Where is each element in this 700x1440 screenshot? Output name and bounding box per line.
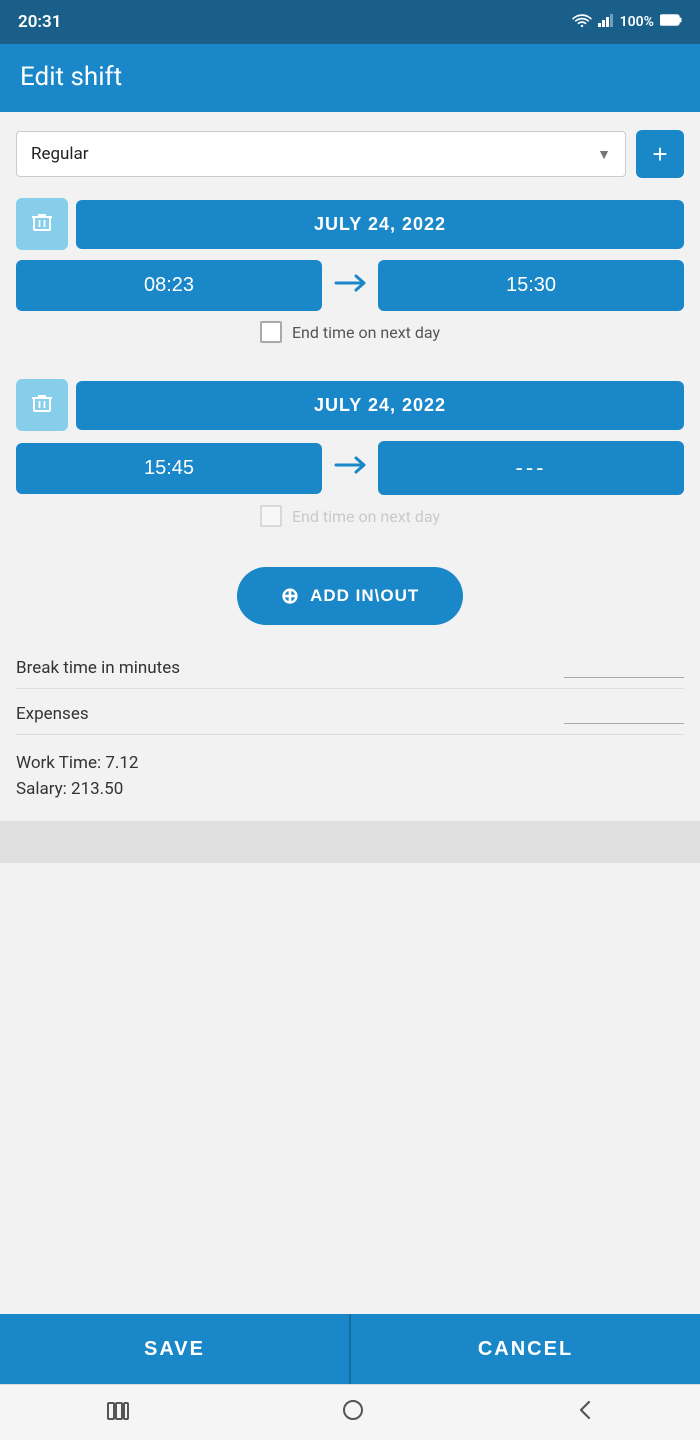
start-time-1-button[interactable]: 08:23 (16, 260, 322, 311)
date-row-1: JULY 24, 2022 (16, 198, 684, 250)
nav-bar (0, 1384, 700, 1440)
time-row-1: 08:23 15:30 (16, 260, 684, 311)
break-time-field-row: Break time in minutes (16, 647, 684, 689)
app-header: Edit shift (0, 44, 700, 112)
work-time-row: Work Time: 7.12 (16, 753, 684, 773)
shift-type-row: Regular ▼ + (16, 130, 684, 178)
delete-shift-2-button[interactable] (16, 379, 68, 431)
shift-block-1: JULY 24, 2022 08:23 15:30 End time on ne… (16, 198, 684, 351)
end-time-1-button[interactable]: 15:30 (378, 260, 684, 311)
battery-icon (660, 14, 682, 30)
next-day-checkbox-1[interactable] (260, 321, 282, 343)
add-inout-button[interactable]: ⊕ ADD IN\OUT (237, 567, 464, 625)
back-button[interactable] (557, 1391, 613, 1435)
date-2-button[interactable]: JULY 24, 2022 (76, 381, 684, 430)
status-icons: 100% (572, 13, 682, 31)
trash-icon-2 (31, 392, 53, 419)
status-time: 20:31 (18, 12, 61, 32)
next-day-label-2: End time on next day (292, 507, 440, 526)
expenses-input[interactable] (564, 703, 684, 724)
shift-block-2: JULY 24, 2022 15:45 --- End time on next… (16, 379, 684, 535)
gray-bar (0, 821, 700, 863)
signal-icon (598, 13, 614, 31)
break-time-label: Break time in minutes (16, 658, 180, 678)
battery-text: 100% (620, 14, 654, 30)
status-bar: 20:31 100% (0, 0, 700, 44)
plus-circle-icon: ⊕ (281, 583, 300, 609)
date-1-button[interactable]: JULY 24, 2022 (76, 200, 684, 249)
main-content: Regular ▼ + JULY 24, 2022 (0, 112, 700, 1314)
chevron-down-icon: ▼ (597, 146, 611, 163)
next-day-checkbox-2 (260, 505, 282, 527)
shift-type-label: Regular (31, 144, 89, 164)
trash-icon (31, 211, 53, 238)
start-time-2-button[interactable]: 15:45 (16, 443, 322, 494)
cancel-button[interactable]: CANCEL (349, 1314, 700, 1384)
bottom-buttons: SAVE CANCEL (0, 1314, 700, 1384)
next-day-row-2: End time on next day (16, 505, 684, 527)
time-row-2: 15:45 --- (16, 441, 684, 495)
save-button[interactable]: SAVE (0, 1314, 349, 1384)
wifi-icon (572, 13, 592, 31)
next-day-row-1: End time on next day (16, 321, 684, 343)
end-time-2-button[interactable]: --- (378, 441, 684, 495)
shift-type-dropdown[interactable]: Regular ▼ (16, 131, 626, 177)
expenses-field-row: Expenses (16, 693, 684, 735)
add-inout-row: ⊕ ADD IN\OUT (16, 567, 684, 625)
break-time-input[interactable] (564, 657, 684, 678)
arrow-right-icon (330, 272, 370, 300)
page-title: Edit shift (20, 62, 680, 92)
recent-apps-button[interactable] (87, 1392, 149, 1434)
add-shift-button[interactable]: + (636, 130, 684, 178)
salary-row: Salary: 213.50 (16, 779, 684, 799)
arrow-right-icon-2 (330, 454, 370, 482)
home-button[interactable] (322, 1391, 384, 1435)
next-day-label-1: End time on next day (292, 323, 440, 342)
expenses-label: Expenses (16, 704, 89, 724)
date-row-2: JULY 24, 2022 (16, 379, 684, 431)
summary-section: Work Time: 7.12 Salary: 213.50 (16, 739, 684, 813)
delete-shift-1-button[interactable] (16, 198, 68, 250)
